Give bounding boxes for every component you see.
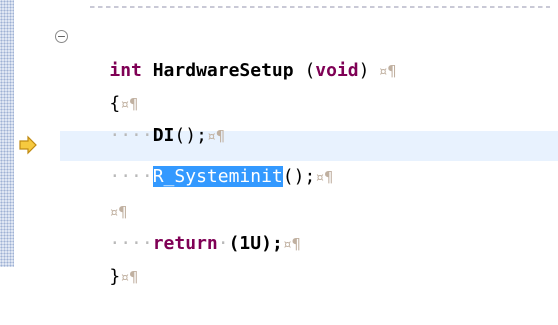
code-line-7[interactable]: }¤¶ [66, 229, 138, 287]
code-line-1[interactable]: int HardwareSetup (void) ¤¶ [66, 23, 396, 81]
whitespace-marker: ¤¶ [369, 62, 397, 80]
current-instruction-arrow-icon [19, 135, 37, 155]
whitespace-marker: ¤¶ [315, 168, 334, 186]
code-line-4[interactable]: ····R_Systeminit();¤¶ [66, 129, 333, 187]
whitespace-marker: ¤¶ [282, 235, 301, 253]
code-line-2[interactable]: {¤¶ [66, 56, 138, 114]
code-line-6[interactable]: ····return·(1U);¤¶ [66, 196, 300, 254]
return-expression: (1U); [228, 233, 283, 254]
function-name: HardwareSetup [152, 60, 294, 81]
selected-text[interactable]: R_Systeminit [152, 166, 283, 187]
code-line-5[interactable]: ¤¶ [66, 164, 127, 221]
top-dotted-border [90, 6, 550, 8]
keyword-void: void [315, 60, 359, 81]
keyword-return: return [152, 233, 218, 254]
code-editor[interactable]: − int HardwareSetup (void) ¤¶ {¤¶ ····DI… [0, 0, 558, 287]
code-line-3[interactable]: ····DI();¤¶ [66, 88, 225, 146]
overview-ruler[interactable] [0, 0, 14, 267]
whitespace-marker: ¤¶ [120, 268, 139, 286]
